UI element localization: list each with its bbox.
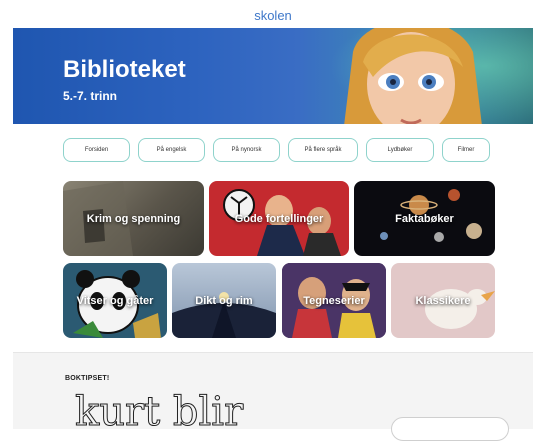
boktips-pill-button[interactable] — [391, 417, 509, 441]
category-tile-krim-og-spenning[interactable]: Krim og spenning — [63, 181, 204, 256]
tab-pa-flere-sprak[interactable]: På flere språk — [288, 138, 358, 162]
tab-pa-nynorsk[interactable]: På nynorsk — [213, 138, 280, 162]
category-label: Gode fortellinger — [234, 212, 324, 225]
category-label: Klassikere — [415, 294, 471, 307]
category-label: Dikt og rim — [195, 294, 253, 307]
site-logo[interactable]: skolen — [0, 8, 546, 23]
handwritten-text: kurt blir — [75, 389, 244, 429]
category-tile-faktaboker[interactable]: Faktabøker — [354, 181, 495, 256]
boktips-heading: BOKTIPSET! — [65, 375, 110, 382]
hero-character-illustration — [344, 28, 482, 124]
category-tile-dikt-og-rim[interactable]: Dikt og rim — [172, 263, 276, 338]
tab-filmer[interactable]: Filmer — [442, 138, 490, 162]
category-tile-vitser-og-gater[interactable]: Vitser og gåter — [63, 263, 167, 338]
grade-subtitle: 5.-7. trinn — [63, 89, 118, 103]
boktips-section: BOKTIPSET! kurt blir — [13, 352, 533, 441]
category-label: Vitser og gåter — [76, 294, 154, 307]
boktips-handwritten-title: kurt blir — [75, 387, 255, 436]
tab-pa-engelsk[interactable]: På engelsk — [138, 138, 205, 162]
category-label: Krim og spenning — [86, 212, 181, 225]
category-tile-klassikere[interactable]: Klassikere — [391, 263, 495, 338]
page-title: Biblioteket — [63, 56, 186, 83]
category-tile-tegneserier[interactable]: Tegneserier — [282, 263, 386, 338]
tab-lydboker[interactable]: Lydbøker — [366, 138, 434, 162]
category-label: Tegneserier — [303, 294, 365, 307]
category-label: Faktabøker — [395, 212, 454, 225]
tab-forsiden[interactable]: Forsiden — [63, 138, 130, 162]
hero-banner: Biblioteket 5.-7. trinn — [13, 28, 533, 124]
category-tile-gode-fortellinger[interactable]: Gode fortellinger — [209, 181, 349, 256]
